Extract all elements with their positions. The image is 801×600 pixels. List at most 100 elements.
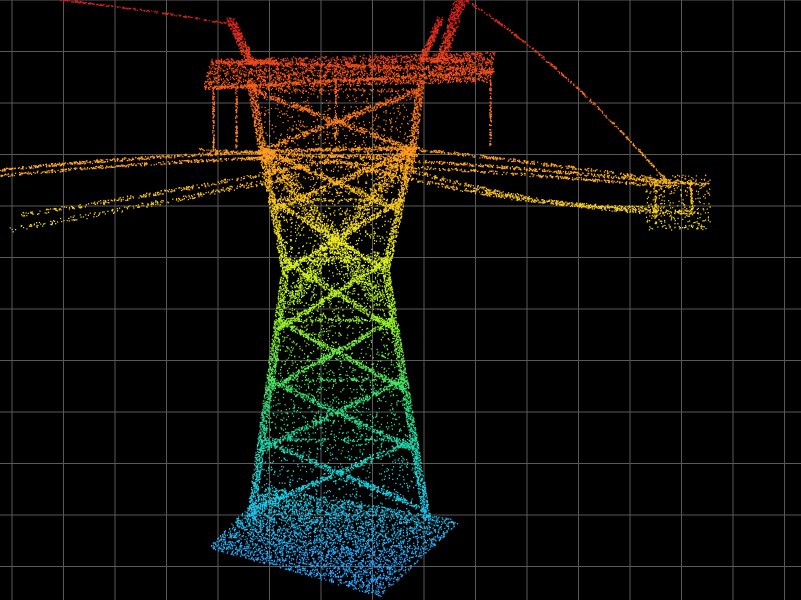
conductor-point: [36, 221, 59, 224]
tower-lattice-point: [276, 344, 398, 347]
tower-lattice-point: [257, 442, 418, 445]
tower-lattice-point: [282, 272, 391, 275]
tower-lattice-point: [255, 465, 421, 468]
tower-lattice-point: [212, 119, 492, 122]
insulator-cluster-point: [664, 224, 703, 227]
tower-lattice-point: [268, 368, 406, 371]
tower-lattice-point: [273, 327, 399, 330]
tower-lattice-point: [260, 416, 414, 419]
tower-lattice-point: [270, 372, 406, 375]
tower-lattice-point: [281, 270, 387, 273]
conductor-point: [626, 137, 629, 141]
tower-lattice-point: [256, 443, 419, 446]
tower-lattice-point: [253, 463, 420, 466]
tower-lattice-point: [274, 364, 402, 367]
tower-lattice-point: [265, 420, 415, 423]
tower-lattice-point: [212, 126, 413, 130]
conductor-point: [22, 211, 679, 214]
tower-lattice-point: [252, 476, 420, 479]
point-cloud-canvas[interactable]: [0, 0, 801, 600]
insulator-cluster-point: [646, 189, 694, 192]
conductor-point: [46, 207, 659, 211]
conductor-point: [237, 176, 666, 180]
tower-lattice-point: [282, 273, 390, 276]
conductor-point: [123, 156, 647, 159]
tower-lattice-point: [262, 415, 412, 418]
conductor-point: [175, 187, 487, 190]
tower-lattice-point: [272, 345, 399, 348]
tower-lattice-point: [256, 457, 420, 459]
tower-lattice-point: [269, 355, 404, 358]
insulator-cluster-point: [649, 192, 710, 195]
tower-lattice-point: [212, 144, 491, 147]
tower-lattice-point: [268, 199, 405, 203]
tower-lattice-point: [284, 292, 392, 295]
conductor-point: [4, 173, 662, 176]
tower-lattice-point: [213, 140, 491, 143]
tower-lattice-point: [274, 337, 401, 340]
tower-lattice-point: [277, 234, 398, 237]
conductor-point: [53, 219, 78, 222]
tower-lattice-point: [276, 233, 393, 236]
tower-lattice-point: [234, 36, 453, 39]
tower-lattice-point: [255, 454, 420, 457]
tower-lattice-point: [282, 266, 390, 269]
tower-lattice-point: [275, 226, 399, 229]
tower-lattice-point: [275, 320, 397, 323]
tower-lattice-point: [260, 441, 418, 444]
tower-lattice-point: [211, 58, 495, 61]
tower-lattice-point: [236, 107, 492, 110]
tower-lattice-point: [230, 27, 455, 30]
tower-lattice-point: [257, 448, 414, 451]
tower-lattice-point: [235, 35, 450, 38]
conductor-point: [210, 151, 642, 154]
tower-lattice-point: [278, 241, 395, 244]
tower-lattice-point: [263, 405, 411, 408]
tower-lattice-point: [267, 393, 411, 395]
conductor-point: [20, 225, 44, 227]
tower-lattice-point: [226, 0, 466, 22]
tower-lattice-point: [259, 431, 416, 434]
tower-lattice-point: [260, 428, 417, 431]
conductor-point: [576, 86, 579, 89]
insulator-cluster-points: [645, 174, 711, 231]
tower-lattice-point: [279, 250, 395, 253]
tower-lattice-point: [239, 47, 452, 50]
tower-lattice-point: [260, 422, 412, 425]
conductor-point: [623, 133, 625, 136]
tower-lattice-point: [274, 232, 397, 235]
tower-lattice-point: [210, 63, 492, 66]
ground-plane-points: [257, 496, 325, 500]
conductor-point: [570, 81, 572, 84]
conductor-point: [230, 24, 505, 27]
conductor-point: [601, 110, 603, 113]
ground-plane-points: [257, 500, 354, 503]
tower-lattice-point: [282, 270, 390, 273]
tower-lattice-point: [262, 452, 420, 455]
tower-lattice-point: [257, 444, 419, 447]
tower-lattice-point: [279, 281, 392, 284]
tower-lattice-point: [263, 409, 409, 412]
conductor-point: [0, 168, 598, 172]
tower-lattice-point: [227, 24, 454, 27]
tower-lattice-point: [212, 124, 492, 127]
conductor-point: [1, 169, 658, 173]
tower-lattice-point: [268, 385, 406, 388]
tower-lattice-point: [260, 440, 417, 443]
tower-lattice-point: [278, 249, 395, 252]
conductor-point: [229, 23, 503, 26]
tower-lattice-point: [284, 283, 392, 286]
tower-lattice-point: [262, 419, 415, 422]
tower-lattice-point: [260, 446, 420, 449]
tower-lattice-point: [205, 84, 492, 87]
tower-lattice-point: [251, 489, 424, 492]
tower-lattice-point: [265, 170, 411, 174]
tower-lattice-point: [273, 228, 398, 231]
point-cloud-viewport[interactable]: [0, 0, 801, 600]
tower-lattice-point: [212, 90, 408, 93]
tower-lattice-point: [268, 382, 409, 385]
tower-lattice-point: [262, 419, 414, 422]
tower-lattice-point: [259, 425, 411, 428]
tower-lattice-point: [273, 356, 400, 359]
tower-lattice-point: [258, 433, 417, 436]
